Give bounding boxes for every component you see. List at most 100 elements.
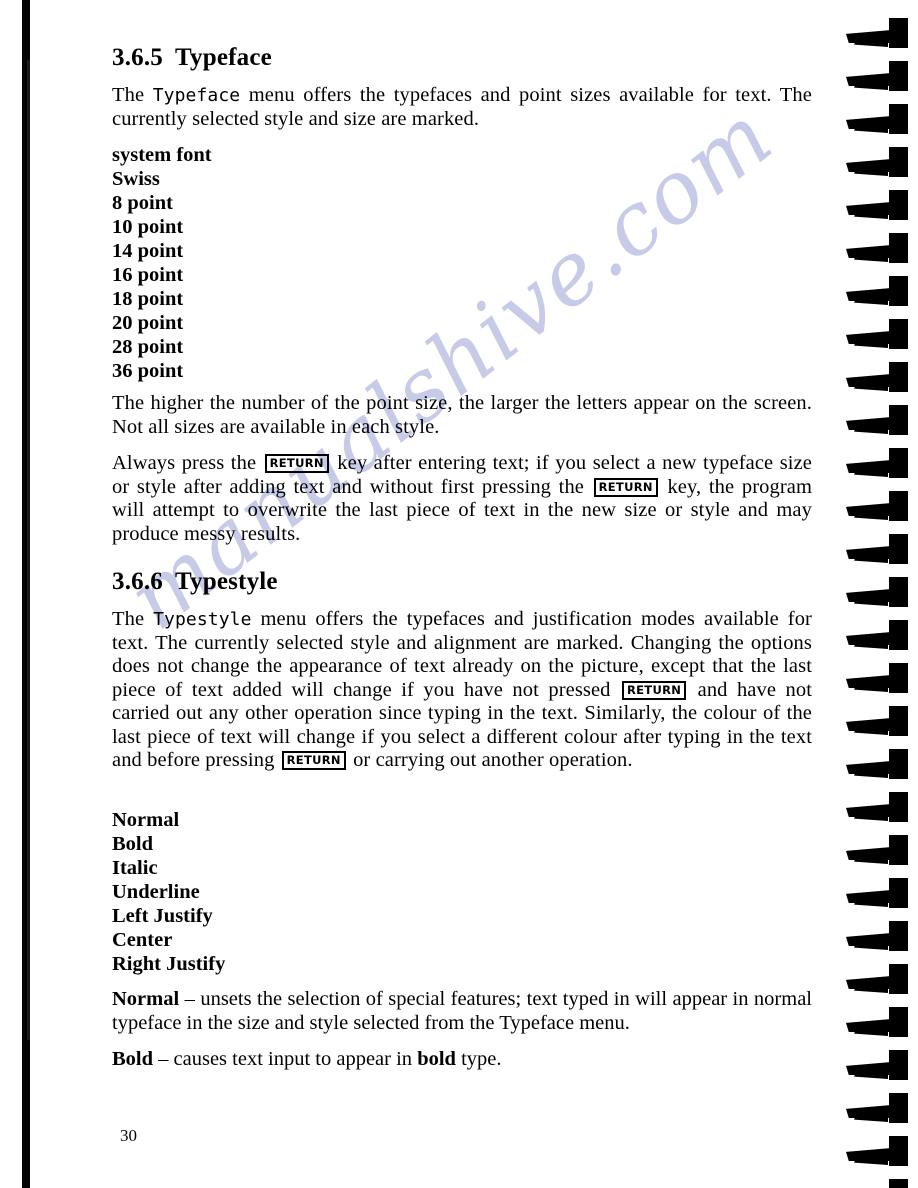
binding-coil-arm-lower — [854, 297, 888, 305]
binding-coil — [846, 61, 908, 91]
binding-coil-arm-lower — [854, 727, 888, 735]
binding-coil-arm-lower — [854, 899, 888, 907]
binding-coil — [846, 1007, 908, 1037]
definition-term: Bold — [112, 1048, 154, 1070]
binding-coil — [846, 921, 908, 951]
binding-coil-arm-lower — [854, 211, 888, 219]
typeface-menu-list: system font Swiss 8 point 10 point 14 po… — [112, 143, 812, 383]
heading-3-6-5: 3.6.5 Typeface — [112, 44, 812, 72]
binding-coil — [846, 577, 908, 607]
binding-coil-arm-lower — [854, 1157, 888, 1165]
menu-item[interactable]: system font — [112, 143, 812, 167]
binding-coil — [846, 534, 908, 564]
heading-number: 3.6.6 — [112, 568, 163, 595]
binding-coil — [846, 18, 908, 48]
binding-coil — [846, 147, 908, 177]
binding-coil-arm-lower — [854, 555, 888, 563]
binding-coil — [846, 276, 908, 306]
binding-coil — [846, 362, 908, 392]
binding-coil-arm-lower — [854, 985, 888, 993]
menu-item[interactable]: Normal — [112, 808, 812, 832]
return-key-paragraph: Always press the RETURN key after enteri… — [112, 452, 812, 546]
typeface-intro-paragraph: The Typeface menu offers the typefaces a… — [112, 84, 812, 131]
return-key-icon: RETURN — [281, 751, 346, 770]
menu-item[interactable]: 16 point — [112, 263, 812, 287]
binding-coil — [846, 1050, 908, 1080]
binding-coil-arm-lower — [854, 39, 888, 47]
menu-item[interactable]: 8 point — [112, 191, 812, 215]
binding-coil — [846, 663, 908, 693]
menu-item[interactable]: Swiss — [112, 167, 812, 191]
return-key-icon: RETURN — [264, 454, 329, 473]
binding-coil-arm-lower — [854, 1071, 888, 1079]
binding-coil-arm-lower — [854, 1114, 888, 1122]
menu-item[interactable]: 28 point — [112, 335, 812, 359]
binding-coil-arm-lower — [854, 770, 888, 778]
binding-coil-arm-lower — [854, 598, 888, 606]
menu-item[interactable]: 14 point — [112, 239, 812, 263]
binding-coil — [846, 706, 908, 736]
binding-coil-arm-lower — [854, 125, 888, 133]
menu-item[interactable]: Italic — [112, 856, 812, 880]
spiral-binding: // coils are decorative layout, generate… — [828, 0, 918, 1188]
menu-item[interactable]: 18 point — [112, 287, 812, 311]
binding-coil-arm-lower — [854, 942, 888, 950]
heading-number: 3.6.5 — [112, 44, 163, 71]
definition-text-tail: type. — [455, 1048, 502, 1070]
return-key-icon: RETURN — [593, 477, 658, 497]
binding-coil — [846, 878, 908, 908]
binding-coil — [846, 104, 908, 134]
heading-title: Typestyle — [175, 568, 278, 595]
binding-coil-arm-lower — [854, 426, 888, 434]
binding-coil — [846, 1179, 908, 1188]
definition-text: unsets the selection of special features… — [112, 988, 812, 1034]
binding-coil — [846, 964, 908, 994]
definition-term: Normal — [112, 988, 180, 1010]
binding-coil — [846, 405, 908, 435]
binding-coil-arm-lower — [854, 684, 888, 692]
definition-dash: – — [153, 1048, 174, 1070]
binding-coil — [846, 1136, 908, 1166]
typestyle-intro-paragraph: The Typestyle menu offers the typefaces … — [112, 608, 812, 773]
point-size-paragraph: The higher the number of the point size,… — [112, 392, 812, 438]
definition-normal: Normal – unsets the selection of special… — [112, 988, 812, 1035]
definition-bold: Bold – causes text input to appear in bo… — [112, 1048, 812, 1072]
binding-coil — [846, 620, 908, 650]
page-number: 30 — [120, 1126, 137, 1145]
binding-coil — [846, 491, 908, 521]
binding-coil-arm-lower — [854, 856, 888, 864]
menu-item[interactable]: 36 point — [112, 359, 812, 383]
binding-coil-arm-lower — [854, 512, 888, 520]
definition-emphasis: bold — [417, 1048, 456, 1070]
binding-coil-arm-lower — [854, 641, 888, 649]
binding-coil — [846, 1093, 908, 1123]
binding-coil-arm-lower — [854, 813, 888, 821]
definition-dash: – — [179, 988, 201, 1010]
binding-coil-arm-lower — [854, 168, 888, 176]
binding-coil-arm-lower — [854, 469, 888, 477]
binding-coil — [846, 448, 908, 478]
menu-item[interactable]: Underline — [112, 880, 812, 904]
heading-title: Typeface — [175, 44, 272, 71]
binding-coil — [846, 749, 908, 779]
scan-edge-artifact — [22, 0, 30, 1188]
menu-item[interactable]: Bold — [112, 832, 812, 856]
menu-item[interactable]: 10 point — [112, 215, 812, 239]
menu-item[interactable]: Center — [112, 928, 812, 952]
definition-text: causes text input to appear in — [173, 1048, 418, 1070]
binding-coil — [846, 190, 908, 220]
intro-lead-text: The — [112, 84, 153, 106]
binding-coil-bar — [889, 1179, 908, 1188]
menu-item[interactable]: Right Justify — [112, 952, 812, 976]
menu-item[interactable]: 20 point — [112, 311, 812, 335]
binding-coil-arm-lower — [854, 254, 888, 262]
binding-coil-arm-lower — [854, 1028, 888, 1036]
binding-coil-arm-lower — [854, 82, 888, 90]
menu-item[interactable]: Left Justify — [112, 904, 812, 928]
binding-coil-arm-lower — [854, 340, 888, 348]
return-key-icon: RETURN — [621, 680, 687, 700]
scanned-manual-page: manualshive.com // coils are decorative … — [0, 0, 918, 1188]
intro-part-three: or carrying out another operation. — [347, 749, 633, 771]
binding-coil — [846, 835, 908, 865]
intro-lead-text: The — [112, 608, 154, 630]
